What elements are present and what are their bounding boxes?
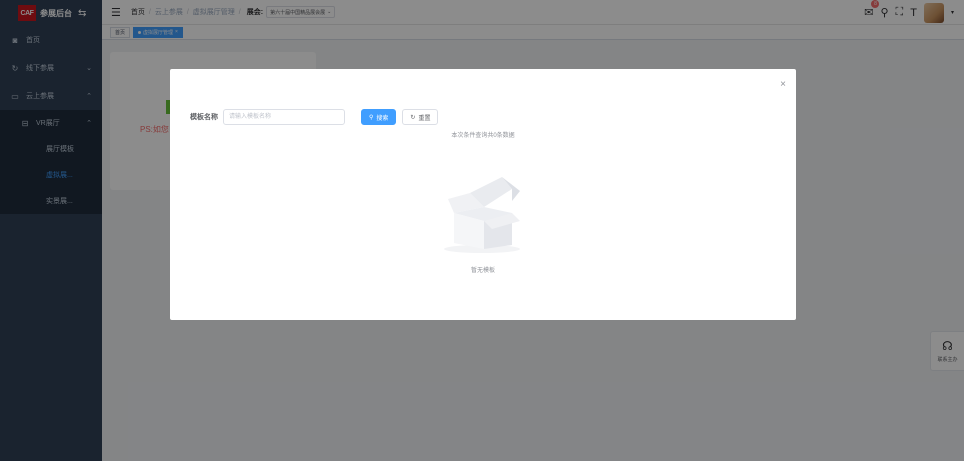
reset-button[interactable]: ↻ 重置 — [402, 109, 439, 125]
template-name-label: 模板名称 — [190, 114, 218, 121]
search-button-label: 搜索 — [376, 115, 389, 122]
template-name-input[interactable] — [223, 109, 345, 125]
search-button[interactable]: ⚲ 搜索 — [361, 109, 397, 125]
close-icon[interactable]: × — [780, 79, 786, 90]
template-dialog: × 模板名称 ⚲ 搜索 ↻ 重置 本次条件查询共0条数据 暂无模板 — [170, 69, 796, 320]
search-form: 模板名称 ⚲ 搜索 ↻ 重置 — [190, 109, 439, 125]
empty-box-icon — [444, 177, 520, 253]
empty-text: 暂无模板 — [470, 268, 495, 274]
reset-button-label: 重置 — [418, 115, 431, 122]
search-icon: ⚲ — [369, 114, 374, 121]
result-count-label: 本次条件查询共0条数据 — [451, 133, 515, 139]
refresh-icon: ↻ — [410, 114, 416, 121]
result-count-text: 本次条件查询共0条数据 — [170, 130, 796, 139]
